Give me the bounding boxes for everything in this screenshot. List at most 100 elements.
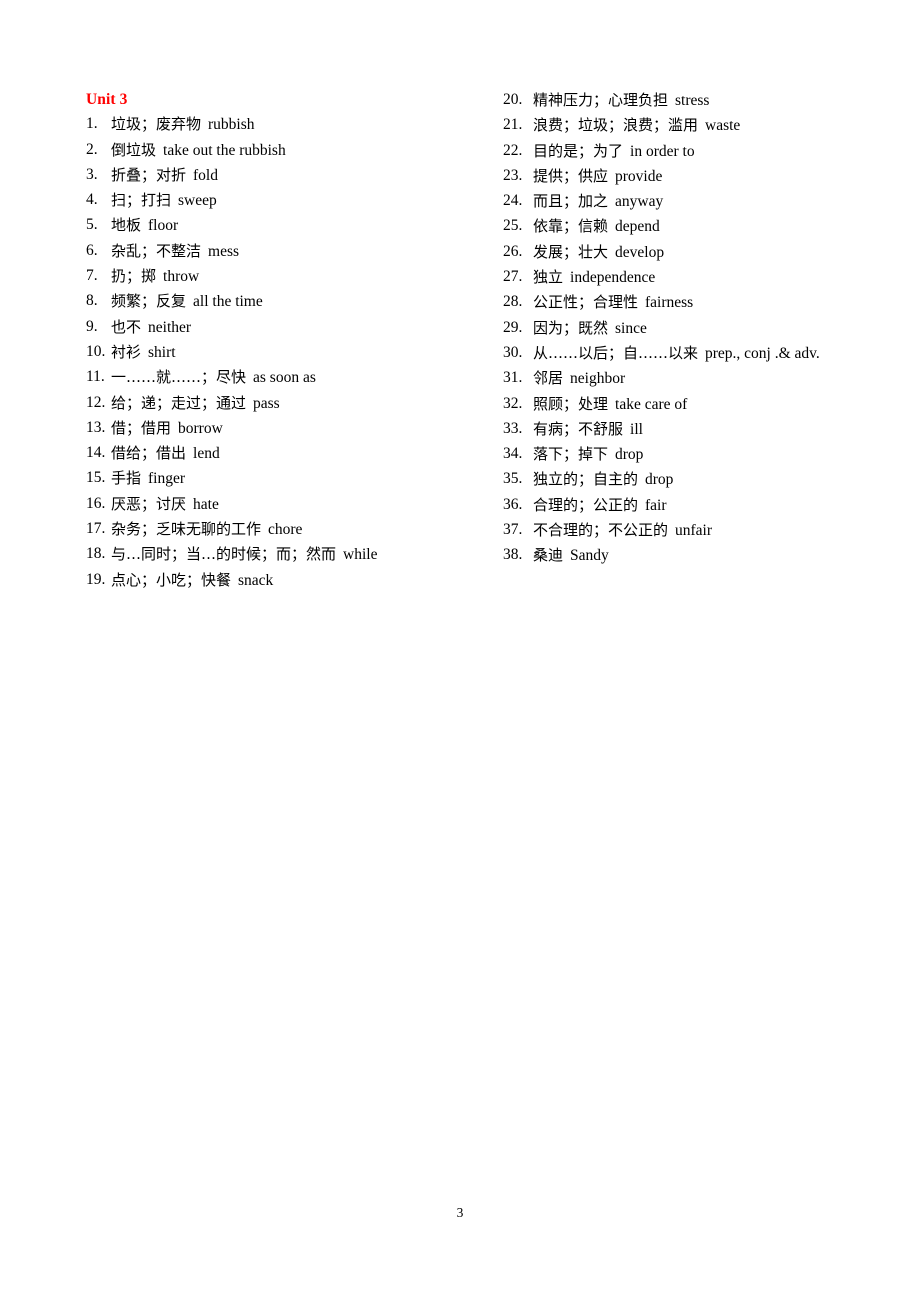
entry-chinese: 照顾；处理 <box>533 394 609 413</box>
entry-number: 2. <box>86 140 98 158</box>
entry-chinese: 独立 <box>533 268 564 287</box>
entry-number: 23. <box>503 166 523 184</box>
entry-english: chore <box>268 521 303 539</box>
entry-chinese: 也不 <box>111 317 142 336</box>
vocabulary-entry: 2. 倒垃圾 take out the rubbish <box>86 138 481 163</box>
entry-english: unfair <box>675 522 713 540</box>
entry-english: anyway <box>615 193 664 211</box>
entry-number: 29. <box>503 318 523 336</box>
entry-number: 18. <box>86 545 106 563</box>
entry-english: take out the rubbish <box>163 141 286 159</box>
entry-chinese: 提供；供应 <box>533 166 609 185</box>
entry-chinese: 有病；不舒服 <box>533 419 624 438</box>
entry-english: drop <box>615 446 644 464</box>
entry-body: 折叠；对折 fold <box>111 163 481 188</box>
entry-number: 33. <box>503 419 523 437</box>
entry-number: 12. <box>86 393 106 411</box>
entry-chinese: 扫；打扫 <box>111 191 172 210</box>
entry-body: 桑迪 Sandy <box>533 543 876 568</box>
entry-english: sweep <box>178 192 217 210</box>
vocabulary-entry: 35. 独立的；自主的 drop <box>503 467 876 492</box>
vocabulary-entry: 30. 从……以后；自……以来 prep., conj .& adv. <box>503 341 876 366</box>
entry-body: 点心；小吃；快餐 snack <box>111 568 481 593</box>
entry-english: prep., conj .& adv. <box>705 344 820 362</box>
entry-english: mess <box>208 242 240 260</box>
entry-english: shirt <box>148 343 176 361</box>
vocabulary-entry: 17. 杂务；乏味无聊的工作 chore <box>86 517 481 542</box>
entry-number: 4. <box>86 191 98 209</box>
entry-chinese: 合理的；公正的 <box>533 495 639 514</box>
vocabulary-entry: 32. 照顾；处理 take care of <box>503 392 876 417</box>
entry-body: 依靠；信赖 depend <box>533 214 876 239</box>
vocabulary-entry: 8. 频繁；反复 all the time <box>86 289 481 314</box>
entry-chinese: 折叠；对折 <box>111 165 187 184</box>
vocabulary-entry: 22. 目的是；为了 in order to <box>503 139 876 164</box>
page-number: 3 <box>456 1205 464 1220</box>
entry-chinese: 手指 <box>111 469 142 488</box>
entry-number: 13. <box>86 418 106 436</box>
entry-number: 17. <box>86 520 106 538</box>
entry-body: 借；借用 borrow <box>111 416 481 441</box>
vocabulary-entry: 10. 衬衫 shirt <box>86 340 481 365</box>
vocabulary-list-right: 20. 精神压力；心理负担 stress 21. 浪费；垃圾；浪费；滥用 waste 22.… <box>503 88 876 569</box>
entry-english: fold <box>193 166 218 184</box>
entry-english: waste <box>705 117 741 135</box>
vocabulary-entry: 38. 桑迪 Sandy <box>503 543 876 568</box>
entry-body: 目的是；为了 in order to <box>533 139 876 164</box>
entry-number: 28. <box>503 293 523 311</box>
entry-number: 34. <box>503 445 523 463</box>
entry-chinese: 借；借用 <box>111 418 172 437</box>
vocabulary-entry: 15. 手指 finger <box>86 466 481 491</box>
entry-number: 37. <box>503 521 523 539</box>
entry-body: 倒垃圾 take out the rubbish <box>111 138 481 163</box>
entry-chinese: 点心；小吃；快餐 <box>111 570 232 589</box>
entry-chinese: 而且；加之 <box>533 192 609 211</box>
vocabulary-entry: 33. 有病；不舒服 ill <box>503 417 876 442</box>
entry-chinese: 扔；掷 <box>111 267 157 286</box>
vocabulary-entry: 36. 合理的；公正的 fair <box>503 493 876 518</box>
entry-body: 精神压力；心理负担 stress <box>533 88 876 113</box>
entry-chinese: 目的是；为了 <box>533 141 624 160</box>
entry-number: 14. <box>86 444 106 462</box>
entry-chinese: 衬衫 <box>111 342 142 361</box>
entry-chinese: 垃圾；废弃物 <box>111 115 202 134</box>
vocabulary-entry: 28. 公正性；合理性 fairness <box>503 290 876 315</box>
entry-english: neighbor <box>570 370 626 388</box>
entry-number: 6. <box>86 241 98 259</box>
entry-number: 26. <box>503 242 523 260</box>
vocabulary-entry: 29. 因为；既然 since <box>503 316 876 341</box>
vocabulary-entry: 18. 与…同时；当…的时候；而；然而 while <box>86 542 481 567</box>
entry-body: 衬衫 shirt <box>111 340 481 365</box>
entry-chinese: 杂务；乏味无聊的工作 <box>111 520 262 539</box>
vocabulary-entry: 3. 折叠；对折 fold <box>86 163 481 188</box>
entry-body: 也不 neither <box>111 315 481 340</box>
entry-english: finger <box>148 470 186 488</box>
entry-chinese: 杂乱；不整洁 <box>111 241 202 260</box>
entry-english: since <box>615 319 647 337</box>
entry-english: Sandy <box>570 547 609 565</box>
entry-english: snack <box>238 571 274 589</box>
entry-body: 独立的；自主的 drop <box>533 467 876 492</box>
entry-chinese: 与…同时；当…的时候；而；然而 <box>111 545 337 564</box>
vocabulary-entry: 5. 地板 floor <box>86 213 481 238</box>
entry-english: as soon as <box>253 369 316 387</box>
entry-chinese: 一……就……；尽快 <box>111 368 247 387</box>
entry-english: ill <box>630 420 643 438</box>
entry-number: 10. <box>86 342 106 360</box>
entry-body: 与…同时；当…的时候；而；然而 while <box>111 542 481 567</box>
entry-chinese: 因为；既然 <box>533 318 609 337</box>
entry-body: 扔；掷 throw <box>111 264 481 289</box>
entry-body: 从……以后；自……以来 prep., conj .& adv. <box>533 341 876 366</box>
entry-body: 一……就……；尽快 as soon as <box>111 365 481 390</box>
entry-number: 32. <box>503 394 523 412</box>
vocabulary-entry: 6. 杂乱；不整洁 mess <box>86 239 481 264</box>
entry-chinese: 频繁；反复 <box>111 292 187 311</box>
entry-body: 浪费；垃圾；浪费；滥用 waste <box>533 113 876 138</box>
entry-body: 独立 independence <box>533 265 876 290</box>
entry-body: 照顾；处理 take care of <box>533 392 876 417</box>
entry-body: 因为；既然 since <box>533 316 876 341</box>
entry-number: 16. <box>86 494 106 512</box>
vocabulary-entry: 16. 厌恶；讨厌 hate <box>86 492 481 517</box>
vocabulary-entry: 12. 给；递；走过；通过 pass <box>86 391 481 416</box>
entry-body: 地板 floor <box>111 213 481 238</box>
